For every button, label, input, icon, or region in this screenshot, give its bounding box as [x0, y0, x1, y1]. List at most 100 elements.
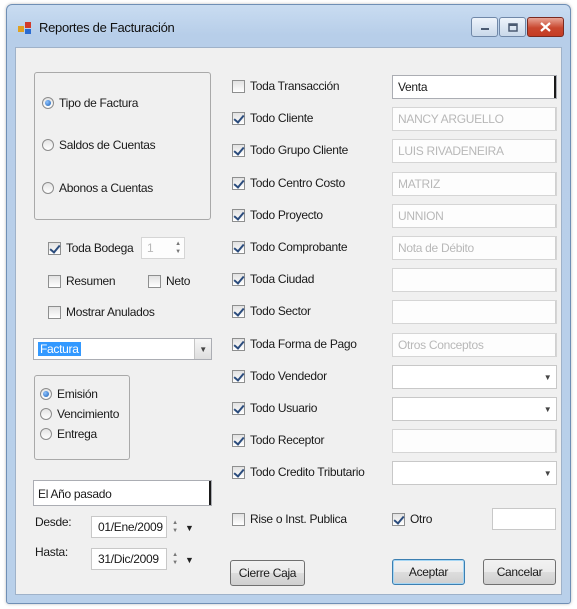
- radio-label: Abonos a Cuentas: [59, 181, 153, 195]
- checkbox-box: [232, 79, 245, 93]
- toda-ciudad-field[interactable]: [392, 268, 557, 292]
- todo-comprobante-field[interactable]: Nota de Débito: [392, 236, 557, 260]
- radio-entrega[interactable]: Entrega: [40, 427, 97, 441]
- spin-down-icon: ▼: [172, 560, 178, 566]
- checkbox-label: Todo Centro Costo: [250, 176, 345, 190]
- checkbox-box: [392, 512, 405, 526]
- mostrar-anulados-checkbox[interactable]: Mostrar Anulados: [48, 305, 155, 319]
- todo-centro-costo-checkbox[interactable]: Todo Centro Costo: [232, 176, 345, 190]
- toda-ciudad-checkbox[interactable]: Toda Ciudad: [232, 272, 314, 286]
- rise-inst-publica-checkbox[interactable]: Rise o Inst. Publica: [232, 512, 347, 526]
- field-dropdown-edge: [555, 140, 556, 162]
- toda-transaccion-checkbox[interactable]: Toda Transacción: [232, 79, 340, 93]
- todo-vendedor-checkbox[interactable]: Todo Vendedor: [232, 369, 327, 383]
- checkbox-box: [232, 433, 245, 447]
- checkbox-box: [232, 401, 245, 415]
- todo-comprobante-checkbox[interactable]: Todo Comprobante: [232, 240, 348, 254]
- todo-proyecto-field[interactable]: UNNION: [392, 204, 557, 228]
- todo-credito-tributario-dropdown[interactable]: ▼: [392, 461, 557, 485]
- checkbox-label: Toda Transacción: [250, 79, 340, 93]
- todo-centro-costo-field[interactable]: MATRIZ: [392, 172, 557, 196]
- todo-receptor-field[interactable]: [392, 429, 557, 453]
- todo-sector-field[interactable]: [392, 300, 557, 324]
- todo-usuario-dropdown[interactable]: ▼: [392, 397, 557, 421]
- checkbox-label: Todo Usuario: [250, 401, 318, 415]
- todo-cliente-checkbox[interactable]: Todo Cliente: [232, 111, 313, 125]
- document-type-dropdown[interactable]: Factura ▼: [33, 338, 212, 360]
- desde-spinner[interactable]: ▲ ▼: [168, 517, 182, 537]
- document-type-selected: Factura: [38, 342, 81, 356]
- checkbox-box: [48, 305, 61, 319]
- cancelar-button[interactable]: Cancelar: [483, 559, 556, 585]
- radio-label: Saldos de Cuentas: [59, 138, 156, 152]
- maximize-button[interactable]: [499, 17, 526, 37]
- hasta-spinner[interactable]: ▲ ▼: [168, 549, 182, 569]
- toda-forma-de-pago-checkbox[interactable]: Toda Forma de Pago: [232, 337, 357, 351]
- radio-tipo-factura[interactable]: Tipo de Factura: [42, 96, 138, 110]
- aceptar-button[interactable]: Aceptar: [392, 559, 465, 585]
- period-selected: El Año pasado: [38, 487, 112, 501]
- radio-abonos-cuentas[interactable]: Abonos a Cuentas: [42, 181, 153, 195]
- hasta-calendar-dropdown-icon[interactable]: ▼: [185, 555, 194, 565]
- bodega-value: 1: [147, 241, 154, 255]
- chevron-down-icon: ▼: [194, 339, 211, 359]
- hasta-date-input[interactable]: 31/Dic/2009: [91, 548, 167, 570]
- checkbox-label: Neto: [166, 274, 191, 288]
- radio-label: Entrega: [57, 427, 97, 441]
- minimize-button[interactable]: [471, 17, 498, 37]
- todo-usuario-checkbox[interactable]: Todo Usuario: [232, 401, 317, 415]
- todo-credito-tributario-checkbox[interactable]: Todo Credito Tributario: [232, 465, 365, 479]
- close-button[interactable]: [527, 17, 564, 37]
- checkbox-box: [232, 272, 245, 286]
- desde-date-input[interactable]: 01/Ene/2009: [91, 516, 167, 538]
- checkbox-box: [232, 240, 245, 254]
- radio-saldos-cuentas[interactable]: Saldos de Cuentas: [42, 138, 156, 152]
- close-icon: [540, 22, 551, 32]
- hasta-value: 31/Dic/2009: [98, 552, 159, 566]
- toda-bodega-checkbox[interactable]: Toda Bodega: [48, 241, 134, 255]
- checkbox-label: Todo Proyecto: [250, 208, 323, 222]
- neto-checkbox[interactable]: Neto: [148, 274, 190, 288]
- radio-indicator: [40, 408, 52, 420]
- checkbox-label: Toda Bodega: [66, 241, 134, 255]
- button-label: Aceptar: [408, 565, 449, 579]
- resumen-checkbox[interactable]: Resumen: [48, 274, 116, 288]
- todo-grupo-cliente-checkbox[interactable]: Todo Grupo Cliente: [232, 143, 348, 157]
- radio-emision[interactable]: Emisión: [40, 387, 98, 401]
- radio-label: Vencimiento: [57, 407, 120, 421]
- desde-calendar-dropdown-icon[interactable]: ▼: [185, 523, 194, 533]
- todo-vendedor-dropdown[interactable]: ▼: [392, 365, 557, 389]
- radio-indicator: [42, 139, 54, 151]
- field-dropdown-edge: [555, 108, 556, 130]
- checkbox-label: Resumen: [66, 274, 116, 288]
- toda-forma-de-pago-field[interactable]: Otros Conceptos: [392, 333, 557, 357]
- spin-up-icon: ▲: [172, 520, 178, 526]
- desde-value: 01/Ene/2009: [98, 520, 163, 534]
- checkbox-label: Todo Credito Tributario: [250, 465, 365, 479]
- checkbox-box: [232, 208, 245, 222]
- todo-sector-checkbox[interactable]: Todo Sector: [232, 304, 311, 318]
- todo-receptor-checkbox[interactable]: Todo Receptor: [232, 433, 324, 447]
- toda-transaccion-field[interactable]: Venta: [392, 75, 557, 99]
- hasta-label: Hasta:: [35, 545, 68, 559]
- title-bar[interactable]: Reportes de Facturación: [7, 5, 570, 45]
- todo-proyecto-checkbox[interactable]: Todo Proyecto: [232, 208, 323, 222]
- chevron-down-icon: ▼: [543, 404, 552, 414]
- otro-input[interactable]: [492, 508, 556, 530]
- todo-cliente-field[interactable]: NANCY ARGUELLO: [392, 107, 557, 131]
- radio-vencimiento[interactable]: Vencimiento: [40, 407, 119, 421]
- reportes-window: Reportes de Facturación Tipo de Factura …: [6, 4, 571, 604]
- field-value: NANCY ARGUELLO: [398, 112, 504, 126]
- cierre-caja-button[interactable]: Cierre Caja: [230, 560, 305, 586]
- field-value: MATRIZ: [398, 177, 440, 191]
- radio-label: Emisión: [57, 387, 98, 401]
- maximize-icon: [507, 22, 518, 32]
- window-title: Reportes de Facturación: [39, 20, 175, 35]
- todo-grupo-cliente-field[interactable]: LUIS RIVADENEIRA: [392, 139, 557, 163]
- button-label: Cancelar: [496, 565, 543, 579]
- otro-checkbox[interactable]: Otro: [392, 512, 432, 526]
- bodega-spinner[interactable]: ▲ ▼: [171, 238, 185, 258]
- period-dropdown[interactable]: El Año pasado: [33, 480, 212, 506]
- field-value: Venta: [398, 80, 428, 94]
- spin-down-icon: ▼: [175, 249, 181, 255]
